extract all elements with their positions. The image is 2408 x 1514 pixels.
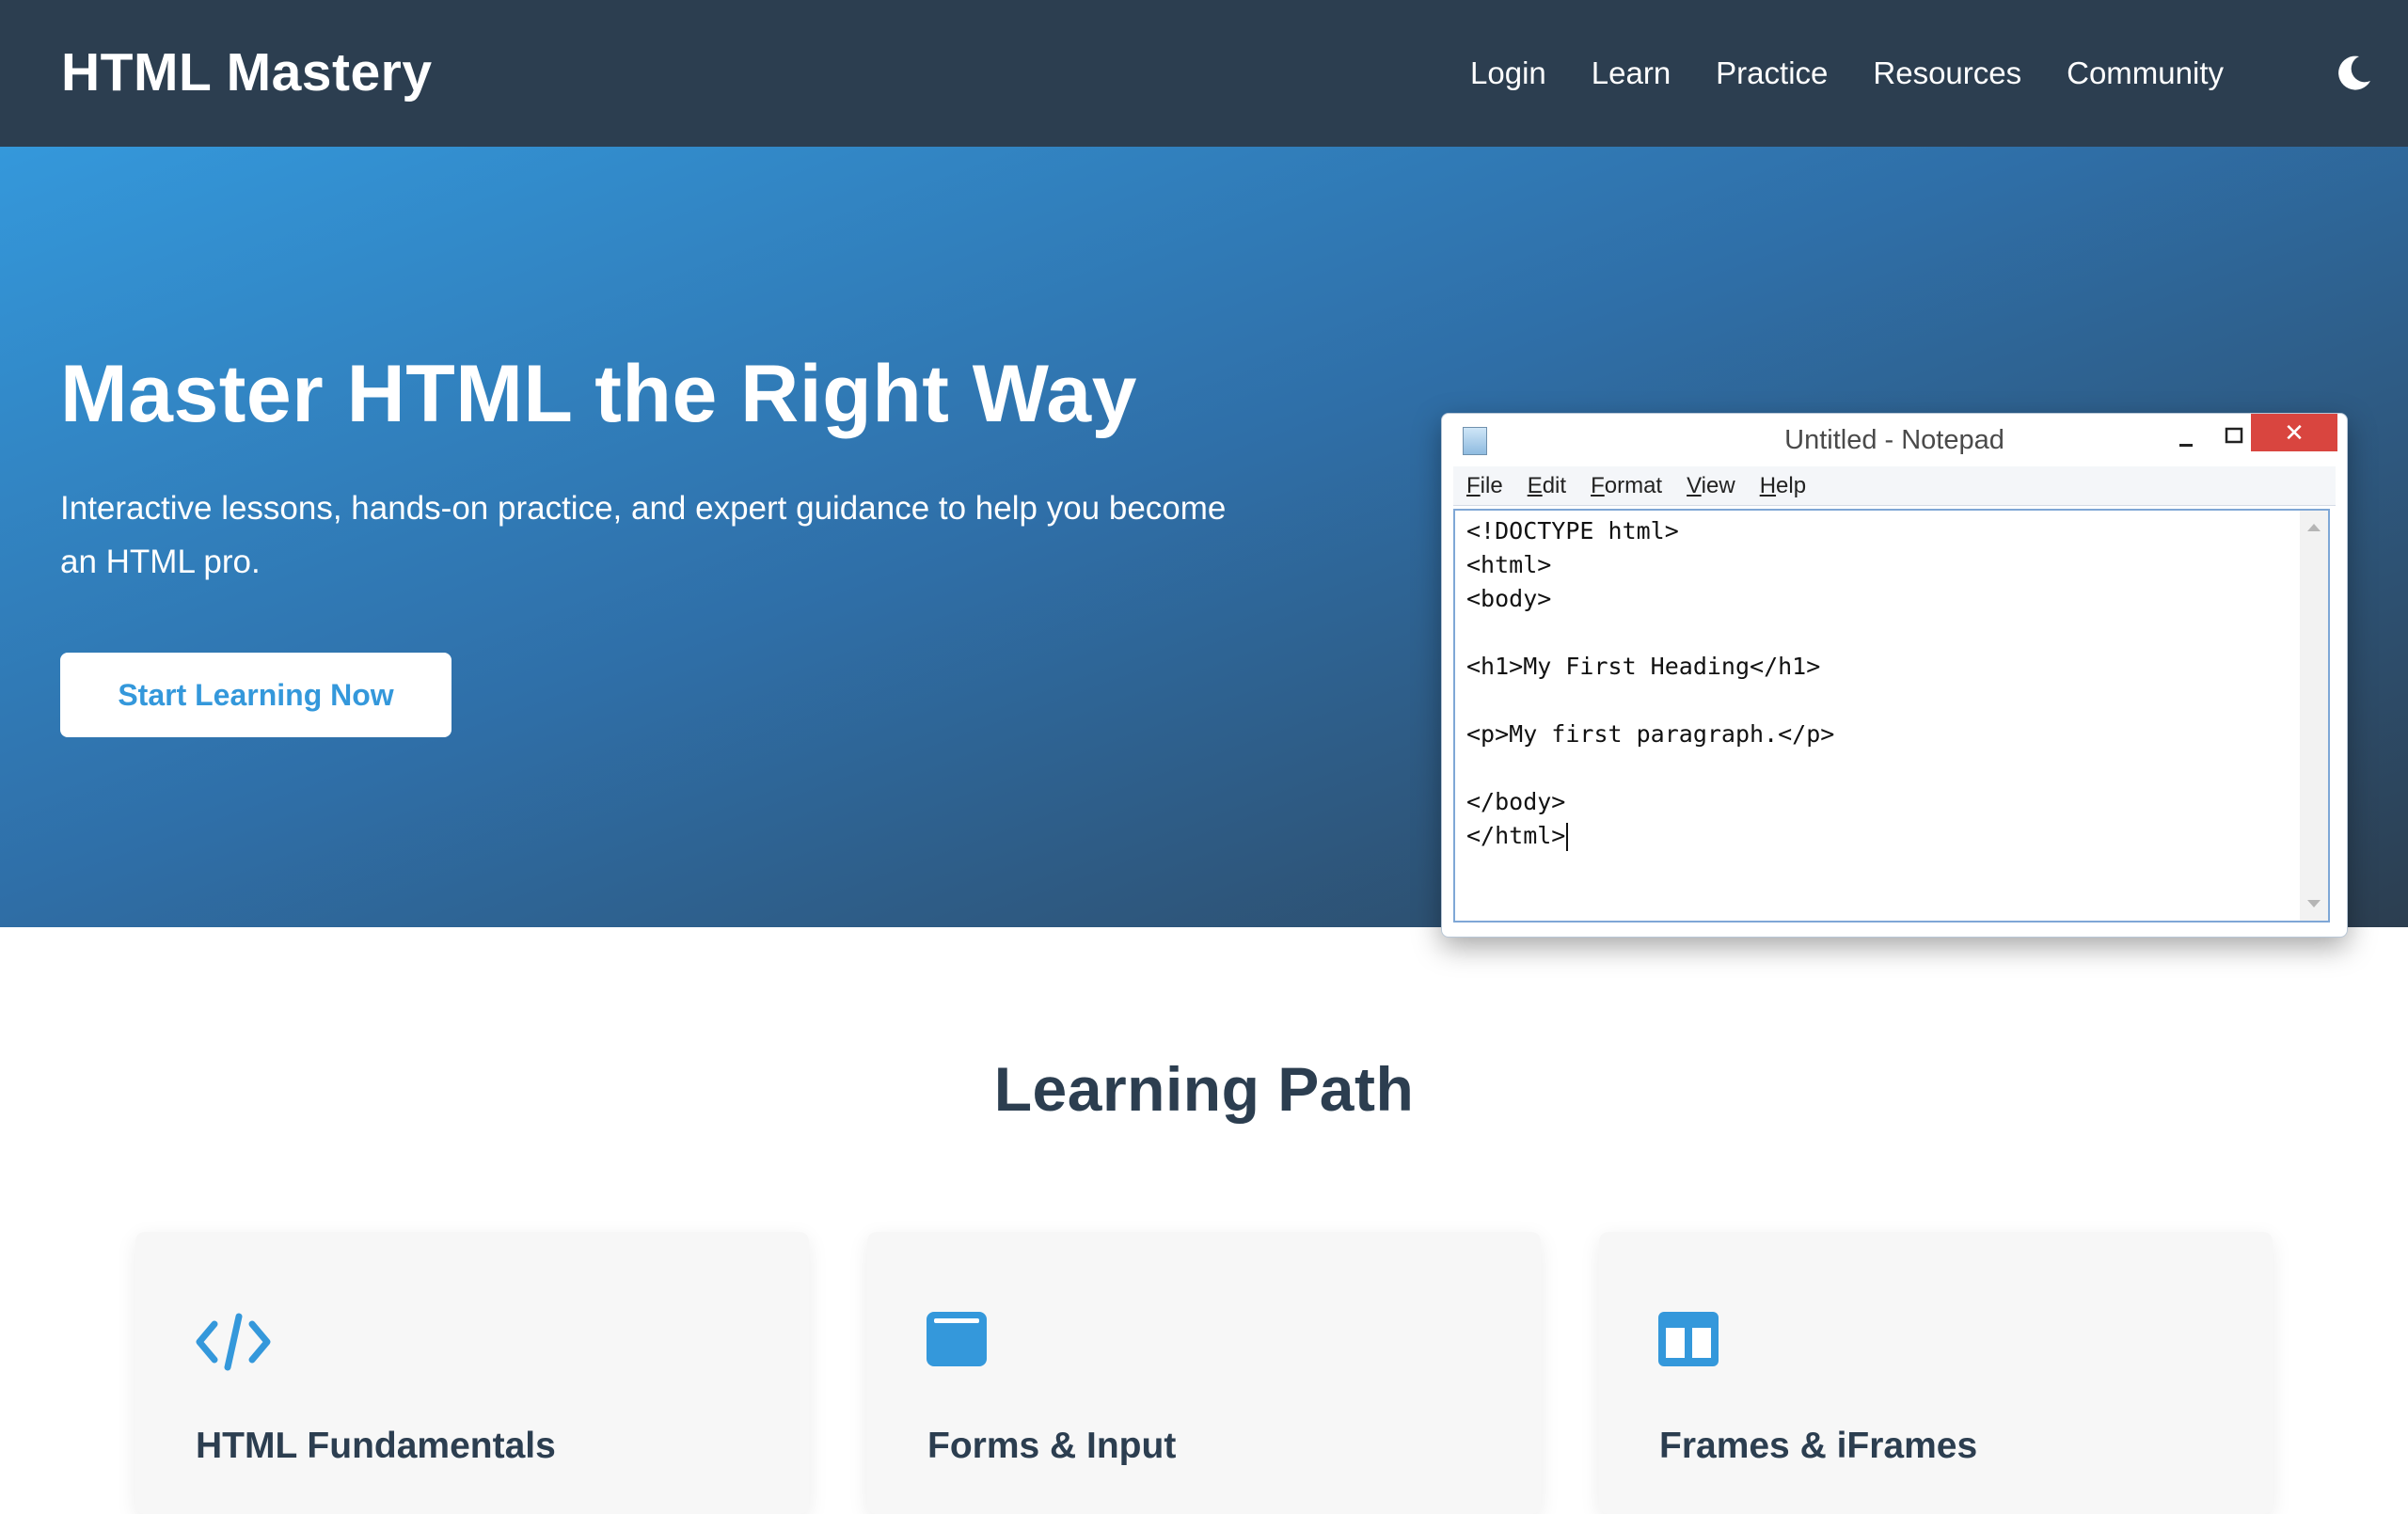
code-line: <body>	[1466, 585, 1552, 612]
close-icon[interactable]: ✕	[2251, 414, 2337, 451]
vertical-scrollbar[interactable]	[2300, 511, 2328, 921]
card-title: Forms & Input	[927, 1426, 1177, 1466]
moon-icon[interactable]	[2333, 53, 2374, 94]
card-frames-iframes[interactable]: Frames & iFrames	[1599, 1232, 2273, 1514]
menu-help[interactable]: Help	[1760, 473, 1806, 499]
hero-subtitle: Interactive lessons, hands-on practice, …	[60, 490, 1227, 580]
code-line: <!DOCTYPE html>	[1466, 517, 1679, 544]
hero-section: Master HTML the Right Way Interactive le…	[0, 147, 2408, 938]
card-title: HTML Fundamentals	[196, 1426, 556, 1466]
code-line: </body>	[1466, 788, 1566, 815]
nav-resources-link[interactable]: Resources	[1873, 55, 2021, 91]
minimize-icon[interactable]	[2166, 421, 2204, 457]
card-html-fundamentals[interactable]: HTML Fundamentals	[135, 1232, 809, 1514]
menu-view[interactable]: View	[1687, 473, 1735, 499]
nav-learn-link[interactable]: Learn	[1592, 55, 1671, 91]
notepad-titlebar: Untitled - Notepad ✕	[1442, 414, 2347, 466]
maximize-icon[interactable]	[2215, 421, 2253, 457]
learning-path-title: Learning Path	[993, 1054, 1415, 1124]
menu-format[interactable]: Format	[1591, 473, 1662, 499]
brand-logo[interactable]: HTML Mastery	[61, 41, 433, 103]
start-learning-button[interactable]: Start Learning Now	[60, 653, 452, 737]
nav-community-link[interactable]: Community	[2067, 55, 2224, 91]
menu-file[interactable]: File	[1466, 473, 1503, 499]
text-caret	[1566, 823, 1569, 851]
card-title: Frames & iFrames	[1659, 1426, 1978, 1466]
code-line: <h1>My First Heading</h1>	[1466, 653, 1821, 680]
code-block: <!DOCTYPE html> <html> <body> <h1>My Fir…	[1466, 514, 1834, 853]
main-nav: Login Learn Practice Resources Community	[1470, 0, 2224, 147]
window-icon	[926, 1311, 990, 1373]
top-navbar: HTML Mastery Login Learn Practice Resour…	[0, 0, 2408, 147]
columns-icon	[1657, 1311, 1721, 1373]
nav-practice-link[interactable]: Practice	[1716, 55, 1828, 91]
notepad-menubar: File Edit Format View Help	[1453, 466, 2336, 506]
notepad-window: Untitled - Notepad ✕ File Edit Format Vi…	[1441, 413, 2348, 938]
scroll-down-icon[interactable]	[2307, 900, 2321, 907]
code-line-text: </html>	[1466, 822, 1566, 849]
hero-title: Master HTML the Right Way	[60, 349, 1137, 439]
menu-edit[interactable]: Edit	[1528, 473, 1566, 499]
card-forms-input[interactable]: Forms & Input	[867, 1232, 1541, 1514]
notepad-title: Untitled - Notepad	[1784, 425, 2004, 455]
code-line-last: </html>	[1466, 819, 1834, 853]
code-line: <html>	[1466, 551, 1552, 578]
scroll-up-icon[interactable]	[2307, 524, 2321, 531]
notepad-text-area[interactable]: <!DOCTYPE html> <html> <body> <h1>My Fir…	[1453, 509, 2330, 923]
code-icon	[194, 1311, 271, 1373]
code-line: <p>My first paragraph.</p>	[1466, 720, 1835, 748]
nav-login-link[interactable]: Login	[1470, 55, 1546, 91]
